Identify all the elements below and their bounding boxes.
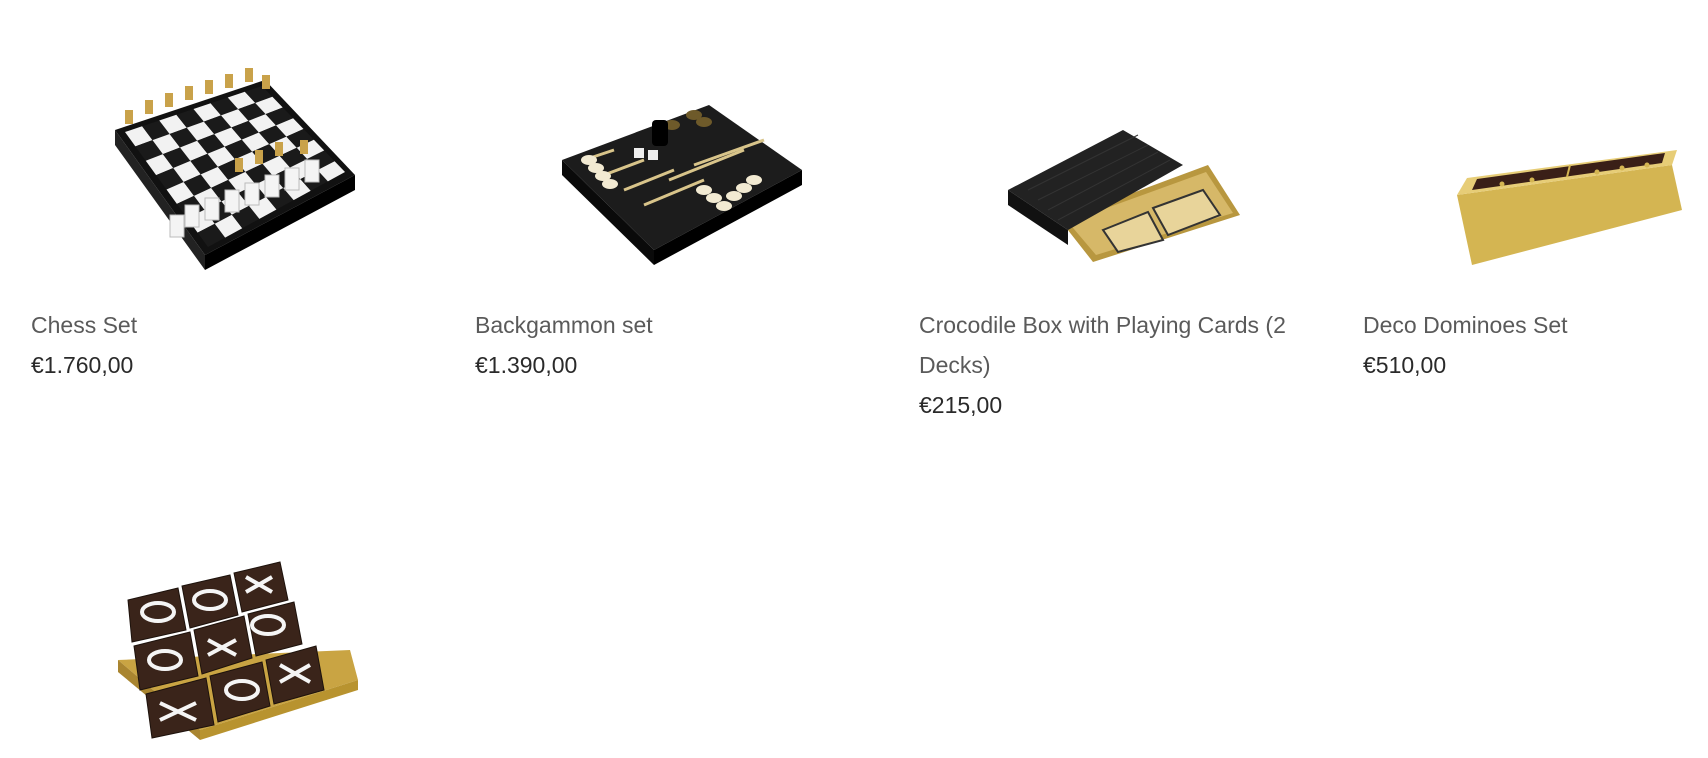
- product-card-dominoes-set[interactable]: Deco Dominoes Set €510,00: [1332, 0, 1708, 400]
- dominoes-set-image[interactable]: [1332, 0, 1708, 300]
- product-price: €1.390,00: [475, 352, 578, 378]
- product-price: €215,00: [919, 392, 1003, 418]
- product-card-crocodile-box[interactable]: Crocodile Box with Playing Cards (2 Deck…: [888, 0, 1288, 440]
- product-card-tic-tac-toe[interactable]: [0, 440, 400, 758]
- product-price: €510,00: [1363, 352, 1447, 378]
- tic-tac-toe-set-image[interactable]: [0, 440, 400, 758]
- product-title[interactable]: Deco Dominoes Set: [1363, 305, 1708, 345]
- product-grid: Chess Set €1.760,00 Backgammon set €1.39…: [0, 0, 1708, 758]
- product-title[interactable]: Backgammon set: [475, 305, 845, 345]
- product-card-backgammon-set[interactable]: Backgammon set €1.390,00: [444, 0, 844, 400]
- crocodile-box-cards-image[interactable]: [888, 0, 1288, 300]
- product-price: €1.760,00: [31, 352, 134, 378]
- chess-set-image[interactable]: [0, 0, 400, 300]
- product-title[interactable]: Chess Set: [31, 305, 401, 345]
- product-title[interactable]: Crocodile Box with Playing Cards (2 Deck…: [919, 305, 1289, 385]
- backgammon-set-image[interactable]: [444, 0, 844, 300]
- product-card-chess-set[interactable]: Chess Set €1.760,00: [0, 0, 400, 400]
